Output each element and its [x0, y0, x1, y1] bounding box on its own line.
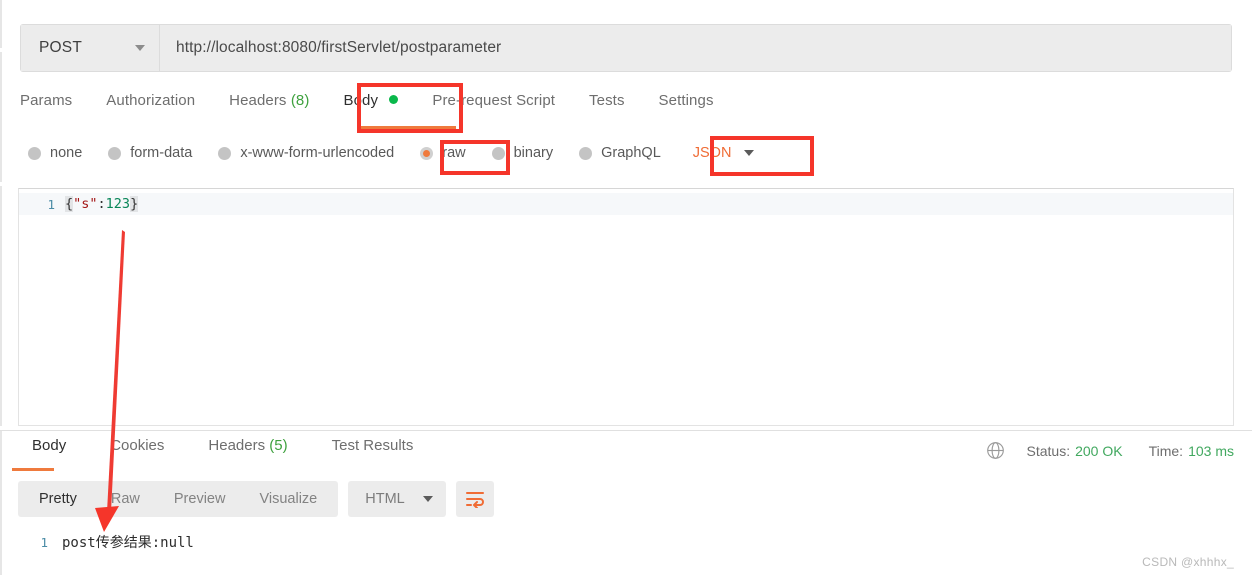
body-type-radio-group: none form-data x-www-form-urlencoded raw…: [28, 142, 755, 164]
watermark: CSDN @xhhhx_: [1142, 555, 1234, 569]
request-tab-bar: Params Authorization Headers (8) Body Pr…: [20, 92, 748, 109]
tab-settings[interactable]: Settings: [659, 92, 714, 109]
response-tab-headers[interactable]: Headers (5): [208, 437, 287, 454]
page-edge-rule: [0, 186, 2, 426]
response-tab-body[interactable]: Body: [32, 437, 66, 454]
radio-icon: [108, 146, 122, 160]
response-view-mode-group: Pretty Raw Preview Visualize: [18, 481, 339, 517]
time-value: 103 ms: [1188, 442, 1234, 459]
editor-line-1: 1 {"s":123}: [19, 193, 139, 215]
radio-icon: [491, 146, 505, 160]
view-mode-pretty[interactable]: Pretty: [22, 481, 94, 517]
response-view-toolbar: Pretty Raw Preview Visualize HTML: [18, 481, 494, 517]
response-line-1: 1 post传参结果:null: [0, 531, 194, 553]
editor-active-line: [19, 193, 1233, 215]
globe-icon: [986, 442, 1004, 459]
response-tab-cookies[interactable]: Cookies: [110, 437, 164, 454]
active-response-tab-indicator: [12, 468, 54, 471]
response-tab-test-results[interactable]: Test Results: [332, 437, 414, 454]
chevron-down-icon: [422, 496, 433, 502]
http-method-dropdown[interactable]: POST: [21, 25, 160, 71]
request-body-code: {"s":123}: [65, 196, 139, 212]
json-colon: :: [97, 196, 106, 212]
body-type-raw[interactable]: raw: [420, 145, 466, 161]
view-mode-preview[interactable]: Preview: [157, 481, 243, 517]
page-edge-rule: [0, 52, 2, 182]
body-type-x-www-form-urlencoded[interactable]: x-www-form-urlencoded: [218, 145, 394, 161]
view-mode-visualize[interactable]: Visualize: [242, 481, 334, 517]
request-url-bar: POST http://localhost:8080/firstServlet/…: [20, 24, 1232, 72]
url-input[interactable]: http://localhost:8080/firstServlet/postp…: [160, 25, 1231, 71]
response-divider: [0, 430, 1252, 431]
status-label: Status:: [1026, 442, 1071, 459]
response-format-dropdown[interactable]: HTML: [348, 481, 446, 517]
tab-tests[interactable]: Tests: [589, 92, 625, 109]
tab-pre-request-script[interactable]: Pre-request Script: [432, 92, 555, 109]
tab-params[interactable]: Params: [20, 92, 72, 109]
body-type-binary[interactable]: binary: [491, 145, 553, 161]
word-wrap-icon: [465, 492, 484, 508]
view-mode-raw[interactable]: Raw: [94, 481, 157, 517]
json-number: 123: [105, 196, 131, 212]
response-tab-bar: Body Cookies Headers (5) Test Results: [10, 437, 435, 454]
response-format-label: HTML: [365, 491, 405, 507]
json-open-brace: {: [65, 196, 74, 212]
body-present-dot-icon: [389, 95, 399, 104]
radio-selected-icon: [420, 146, 434, 160]
radio-icon: [28, 146, 41, 160]
response-status-bar: Status: 200 OK Time: 103 ms: [986, 441, 1234, 460]
body-type-none[interactable]: none: [28, 145, 82, 161]
radio-icon: [218, 146, 232, 160]
line-number: 1: [40, 534, 48, 550]
body-type-form-data[interactable]: form-data: [108, 145, 192, 161]
raw-format-label: JSON: [692, 145, 732, 161]
tab-headers[interactable]: Headers (8): [229, 92, 309, 109]
active-tab-indicator: [358, 126, 456, 129]
response-body-text: post传参结果:null: [62, 535, 194, 551]
json-close-brace: }: [130, 196, 139, 212]
line-number: 1: [47, 196, 55, 212]
wrap-lines-button[interactable]: [455, 481, 494, 517]
response-body-viewer[interactable]: 1 post传参结果:null: [0, 531, 1252, 561]
json-key: "s": [73, 196, 98, 212]
chevron-down-icon: [744, 150, 755, 156]
tab-body[interactable]: Body: [343, 92, 399, 109]
response-headers-count: (5): [269, 437, 288, 454]
raw-format-dropdown[interactable]: JSON: [693, 145, 755, 161]
status-value: 200 OK: [1075, 442, 1123, 459]
body-type-graphql[interactable]: GraphQL: [579, 145, 661, 161]
chevron-down-icon: [135, 45, 145, 51]
headers-count: (8): [290, 92, 310, 109]
http-method-label: POST: [39, 39, 83, 56]
page-edge-rule: [0, 0, 2, 48]
request-body-editor[interactable]: 1 {"s":123}: [18, 188, 1234, 426]
radio-icon: [579, 146, 593, 160]
tab-authorization[interactable]: Authorization: [106, 92, 195, 109]
time-label: Time:: [1148, 442, 1184, 459]
